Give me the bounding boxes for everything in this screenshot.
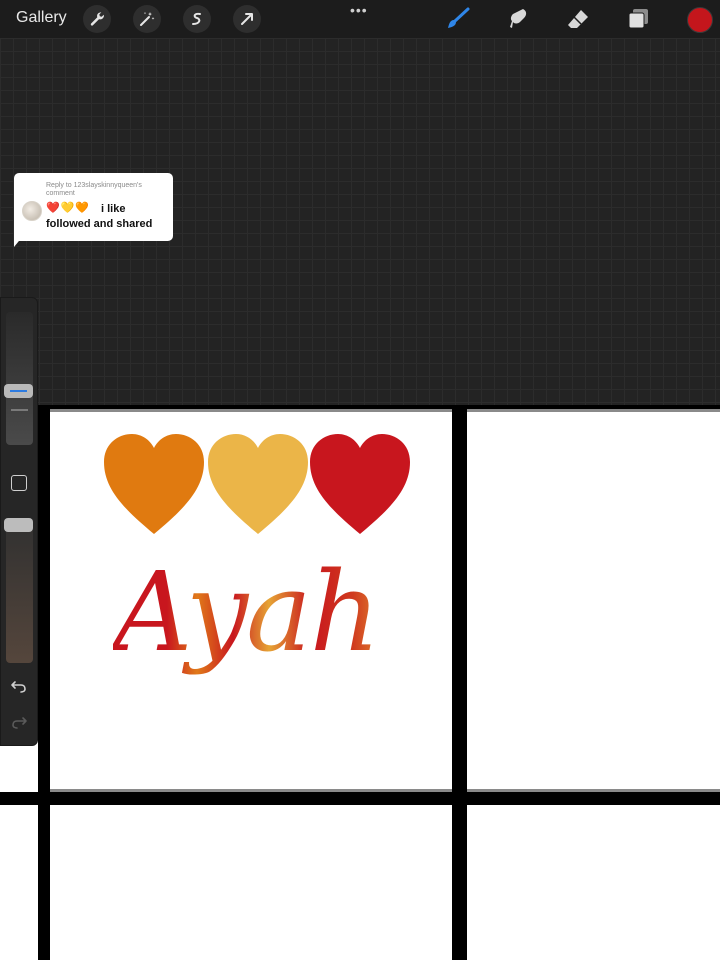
brush-size-slider[interactable] <box>6 312 33 445</box>
grid-line <box>0 792 720 805</box>
brush-icon[interactable] <box>445 6 471 32</box>
eraser-icon[interactable] <box>565 6 591 32</box>
grid-line <box>452 405 467 960</box>
size-indicator-mark <box>11 409 28 411</box>
yellow-heart <box>208 434 308 534</box>
grid-line <box>38 405 50 960</box>
transform-arrow-icon[interactable] <box>233 5 261 33</box>
smudge-icon[interactable] <box>505 6 531 32</box>
modify-button[interactable] <box>11 475 27 491</box>
top-toolbar: Gallery ••• <box>0 0 720 38</box>
redo-icon[interactable] <box>9 712 29 732</box>
opacity-thumb[interactable] <box>4 518 33 532</box>
bubble-tail <box>14 236 23 247</box>
panel-edge <box>467 789 720 792</box>
avatar <box>22 201 42 221</box>
comment-text-line1: i like <box>101 203 126 215</box>
selection-icon[interactable] <box>183 5 211 33</box>
reply-comment-bubble: Reply to 123slayskinnyqueen's comment ❤️… <box>14 173 173 241</box>
comment-text-line2: followed and shared <box>46 218 153 230</box>
reply-to-label: Reply to 123slayskinnyqueen's comment <box>46 182 142 197</box>
yellow-heart-emoji: 💛 <box>60 202 75 214</box>
red-heart <box>310 434 410 534</box>
panel-edge <box>50 789 452 792</box>
comment-hearts: ❤️ 💛 🧡 <box>46 202 89 214</box>
grid-line <box>0 405 720 409</box>
brush-size-thumb[interactable] <box>4 384 33 398</box>
gallery-button[interactable]: Gallery <box>16 9 67 27</box>
orange-heart-emoji: 🧡 <box>75 202 90 214</box>
layers-icon[interactable] <box>625 6 651 32</box>
red-heart-emoji: ❤️ <box>46 202 60 214</box>
opacity-slider[interactable] <box>6 518 33 663</box>
side-slider-panel <box>0 297 38 746</box>
color-picker-button[interactable] <box>687 7 713 33</box>
orange-heart <box>104 434 204 534</box>
wrench-icon[interactable] <box>83 5 111 33</box>
undo-icon[interactable] <box>9 676 29 696</box>
more-options-dots[interactable]: ••• <box>350 2 368 18</box>
magic-wand-icon[interactable] <box>133 5 161 33</box>
ayah-lettering: Ayah <box>113 522 413 702</box>
